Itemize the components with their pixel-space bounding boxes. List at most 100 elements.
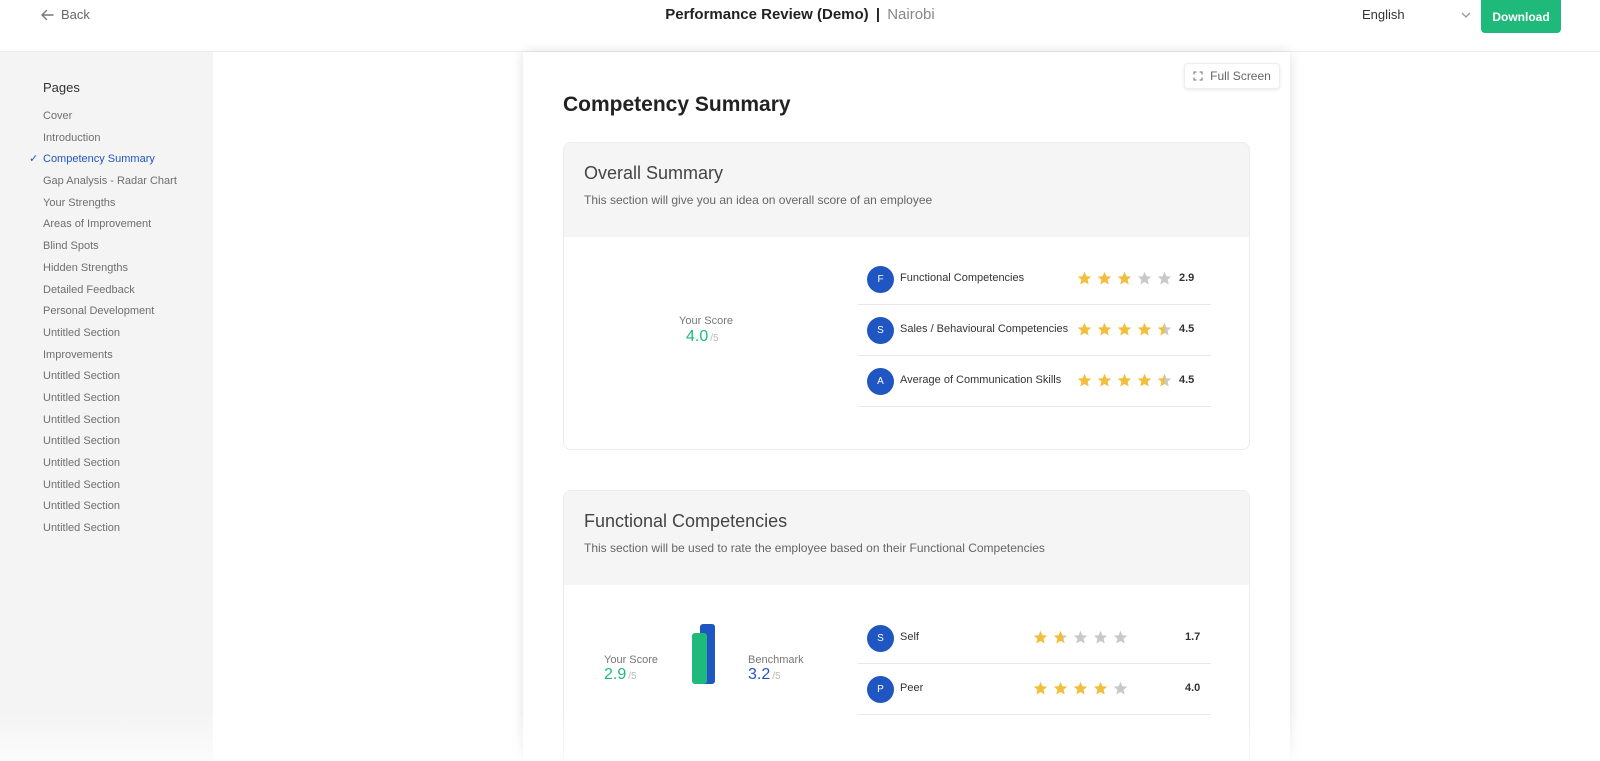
- sidebar-page-item[interactable]: Untitled Section: [0, 475, 213, 497]
- functional-competencies-card: Functional Competencies This section wil…: [563, 490, 1250, 761]
- sidebar-page-label: Untitled Section: [43, 391, 121, 404]
- sidebar-page-item[interactable]: Untitled Section: [0, 496, 213, 518]
- sidebar-page-item[interactable]: Untitled Section: [0, 366, 213, 388]
- sidebar-page-item[interactable]: Cover: [0, 106, 213, 128]
- your-score-value: 4.0/5: [686, 328, 719, 346]
- star-icon: [1093, 630, 1108, 644]
- sidebar-page-label: Cover: [43, 110, 73, 122]
- benchmark-number: 3.2: [748, 666, 771, 683]
- rating-row: S Self 1.7: [858, 613, 1211, 664]
- star-icon: [1073, 681, 1088, 695]
- benchmark-max: /5: [772, 671, 781, 682]
- avatar: S: [867, 625, 894, 652]
- sidebar-page-item[interactable]: Personal Development: [0, 301, 213, 323]
- sidebar-page-label: Untitled Section: [43, 413, 121, 426]
- benchmark-value: 3.2/5: [748, 666, 781, 684]
- your-score-label: Your Score: [604, 654, 659, 666]
- sidebar-page-item[interactable]: Untitled Section: [0, 431, 213, 453]
- sidebar-page-item[interactable]: Your Strengths: [0, 193, 213, 215]
- star-rating: [1077, 271, 1172, 286]
- star-icon: [1053, 630, 1068, 644]
- sidebar-page-label: Detailed Feedback: [43, 283, 135, 296]
- rating-label: Peer: [900, 682, 924, 694]
- score-number: 2.9: [604, 666, 627, 683]
- overall-summary-header: Overall Summary This section will give y…: [564, 143, 1249, 237]
- rating-value: 4.5: [1179, 374, 1195, 386]
- star-rating: [1033, 681, 1128, 696]
- avatar: P: [867, 676, 894, 703]
- sidebar-page-label: Untitled Section: [43, 326, 121, 339]
- overall-summary-description: This section will give you an idea on ov…: [584, 193, 933, 207]
- sidebar-page-item[interactable]: Untitled Section: [0, 410, 213, 432]
- top-bar: Back Performance Review (Demo) | Nairobi…: [0, 0, 1600, 52]
- sidebar-page-item[interactable]: Introduction: [0, 128, 213, 150]
- overall-summary-heading: Overall Summary: [584, 163, 724, 183]
- star-icon: [1097, 271, 1112, 285]
- score-max: /5: [628, 671, 637, 682]
- avatar: F: [867, 266, 894, 293]
- sidebar-page-label: Your Strengths: [43, 196, 116, 209]
- rating-label: Functional Competencies: [900, 272, 1025, 284]
- star-icon: [1117, 373, 1132, 387]
- star-icon: [1137, 373, 1152, 387]
- avatar: A: [867, 368, 894, 395]
- star-icon: [1097, 373, 1112, 387]
- your-score-value: 2.9/5: [604, 666, 637, 684]
- rating-value: 4.0: [1185, 682, 1201, 694]
- score-max: /5: [710, 333, 719, 344]
- star-icon: [1077, 271, 1092, 285]
- document-title: Performance Review (Demo) | Nairobi: [0, 6, 1600, 23]
- rating-value: 2.9: [1179, 272, 1195, 284]
- sidebar-page-item[interactable]: Untitled Section: [0, 453, 213, 475]
- sidebar-page-item[interactable]: Areas of Improvement: [0, 214, 213, 236]
- overall-summary-card: Overall Summary This section will give y…: [563, 142, 1250, 450]
- your-score-label: Your Score: [679, 315, 734, 327]
- star-icon: [1157, 322, 1172, 336]
- star-icon: [1113, 681, 1128, 695]
- language-value: English: [1362, 7, 1405, 22]
- sidebar-page-item[interactable]: ✓ Competency Summary: [0, 149, 213, 171]
- full-screen-button[interactable]: Full Screen: [1184, 63, 1280, 89]
- sidebar-page-label: Personal Development: [43, 305, 155, 318]
- rating-row: F Functional Competencies 2.9: [858, 254, 1211, 305]
- sidebar-page-label: Untitled Section: [43, 370, 121, 383]
- functional-competencies-description: This section will be used to rate the em…: [584, 541, 1045, 555]
- star-icon: [1137, 271, 1152, 285]
- sidebar-page-label: Untitled Section: [43, 478, 121, 491]
- title-separator: |: [875, 6, 881, 23]
- star-icon: [1093, 681, 1108, 695]
- report-page: Full Screen Competency Summary Overall S…: [523, 52, 1290, 761]
- expand-icon: [1193, 71, 1203, 81]
- sidebar-page-item[interactable]: Untitled Section: [0, 518, 213, 540]
- sidebar-page-item[interactable]: Detailed Feedback: [0, 280, 213, 302]
- star-icon: [1097, 322, 1112, 336]
- download-button[interactable]: Download: [1481, 0, 1561, 33]
- rating-row: S Sales / Behavioural Competencies 4.5: [858, 305, 1211, 356]
- star-icon: [1157, 271, 1172, 285]
- functional-ratings-list: S Self 1.7 P Peer 4.0: [858, 613, 1211, 715]
- rating-label: Sales / Behavioural Competencies: [900, 323, 1069, 335]
- functional-competencies-heading: Functional Competencies: [584, 511, 788, 531]
- sidebar-page-item[interactable]: Improvements: [0, 345, 213, 367]
- sidebar-page-item[interactable]: Untitled Section: [0, 388, 213, 410]
- sidebar-page-item[interactable]: Gap Analysis - Radar Chart: [0, 171, 213, 193]
- sidebar-page-item[interactable]: Untitled Section: [0, 323, 213, 345]
- review-location: Nairobi: [887, 6, 935, 23]
- star-icon: [1077, 322, 1092, 336]
- sidebar-page-item[interactable]: Blind Spots: [0, 236, 213, 258]
- page-list: Cover Introduction ✓ Competency Summary Gap …: [0, 106, 213, 540]
- star-icon: [1117, 322, 1132, 336]
- page-title: Competency Summary: [563, 93, 791, 116]
- star-rating: [1077, 322, 1172, 337]
- sidebar-page-item[interactable]: Hidden Strengths: [0, 258, 213, 280]
- full-screen-label: Full Screen: [1210, 69, 1271, 83]
- language-select[interactable]: English: [1362, 7, 1472, 22]
- rating-row: P Peer 4.0: [858, 664, 1211, 715]
- overall-ratings-list: F Functional Competencies 2.9 S Sales / Beha…: [858, 254, 1211, 407]
- pages-heading: Pages: [43, 80, 80, 95]
- star-icon: [1033, 630, 1048, 644]
- star-icon: [1077, 373, 1092, 387]
- star-icon: [1073, 630, 1088, 644]
- sidebar-page-label: Untitled Section: [43, 500, 121, 513]
- star-icon: [1033, 681, 1048, 695]
